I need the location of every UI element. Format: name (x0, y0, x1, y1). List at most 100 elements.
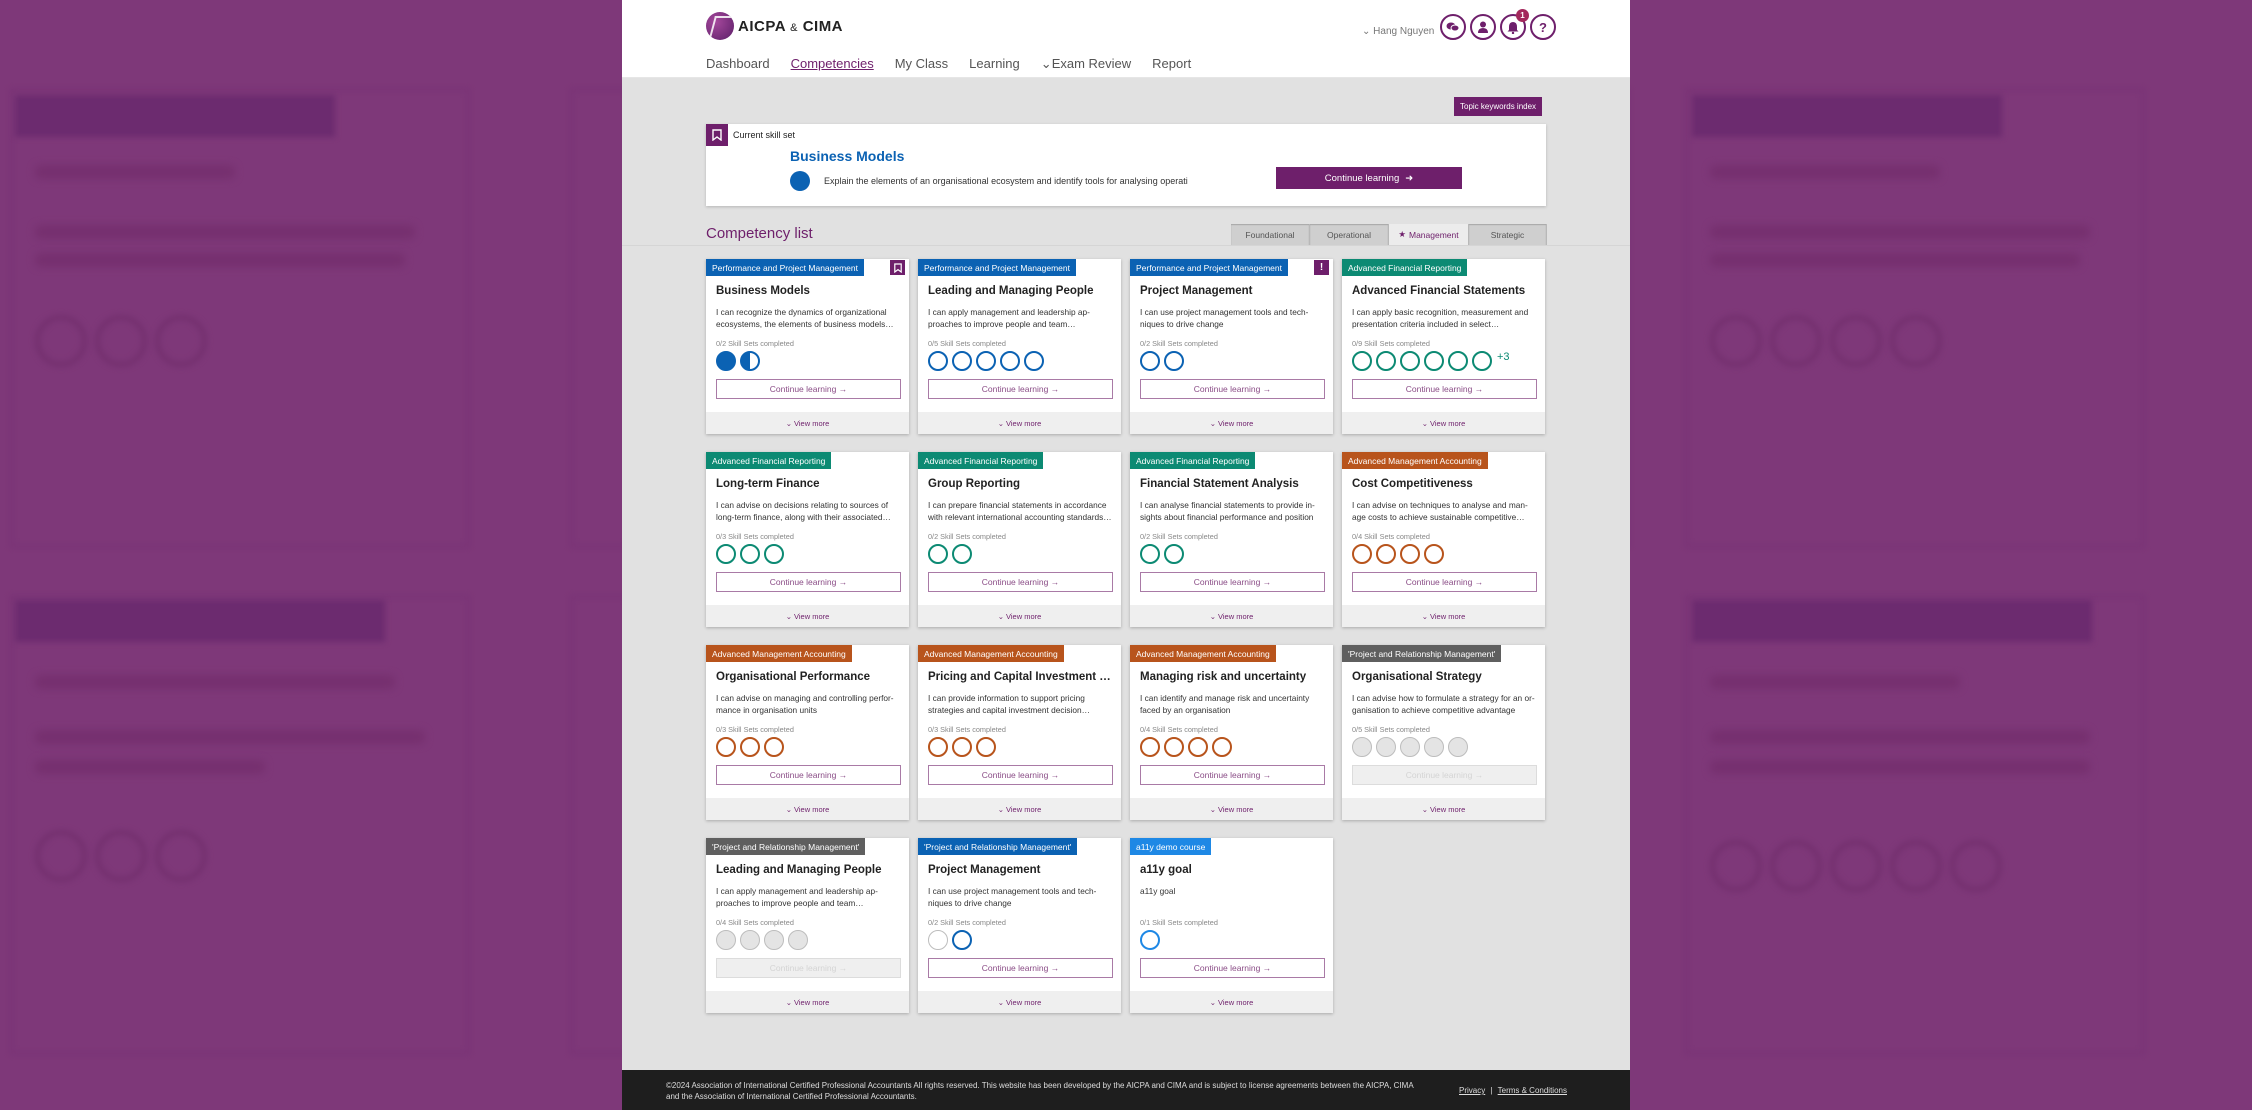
view-more-button[interactable]: ⌄ View more (1342, 605, 1545, 627)
bookmark-icon[interactable] (890, 260, 905, 275)
skill-set-ring-icon[interactable] (952, 737, 972, 757)
tab-foundational[interactable]: Foundational (1231, 224, 1310, 245)
skill-set-ring-icon[interactable] (1376, 351, 1396, 371)
skill-set-ring-icon[interactable] (788, 930, 808, 950)
competency-card[interactable]: Performance and Project Management Leadin… (918, 259, 1121, 434)
card-continue-learning-button[interactable]: Continue learning → (928, 765, 1113, 785)
skill-set-ring-icon[interactable] (1352, 544, 1372, 564)
skill-set-ring-icon[interactable] (1424, 351, 1444, 371)
skill-set-ring-icon[interactable] (764, 737, 784, 757)
alert-icon[interactable]: ! (1314, 260, 1329, 275)
tab-operational[interactable]: Operational (1310, 224, 1389, 245)
skill-set-ring-icon[interactable] (716, 544, 736, 564)
skill-set-ring-icon[interactable] (1400, 351, 1420, 371)
skill-set-ring-icon[interactable] (1140, 737, 1160, 757)
view-more-button[interactable]: ⌄ View more (706, 412, 909, 434)
chat-icon[interactable] (1440, 14, 1466, 40)
card-title[interactable]: Financial Statement Analysis (1140, 478, 1325, 490)
card-continue-learning-button[interactable]: Continue learning → (1140, 572, 1325, 592)
card-continue-learning-button[interactable]: Continue learning → (1352, 572, 1537, 592)
skill-set-ring-icon[interactable] (1424, 737, 1444, 757)
competency-card[interactable]: 'Project and Relationship Management' Org… (1342, 645, 1545, 820)
card-title[interactable]: a11y goal (1140, 864, 1325, 876)
card-continue-learning-button[interactable]: Continue learning → (1352, 379, 1537, 399)
card-title[interactable]: Leading and Managing People (716, 864, 901, 876)
skill-set-ring-icon[interactable] (952, 930, 972, 950)
skill-set-ring-icon[interactable] (928, 351, 948, 371)
skill-set-ring-icon[interactable] (1400, 544, 1420, 564)
competency-card[interactable]: 'Project and Relationship Management' Lea… (706, 838, 909, 1013)
view-more-button[interactable]: ⌄ View more (706, 991, 909, 1013)
card-continue-learning-button[interactable]: Continue learning → (928, 572, 1113, 592)
skill-set-ring-icon[interactable] (740, 544, 760, 564)
competency-card[interactable]: Performance and Project Management Busine… (706, 259, 909, 434)
view-more-button[interactable]: ⌄ View more (1342, 412, 1545, 434)
skill-set-ring-icon[interactable] (1424, 544, 1444, 564)
terms-link[interactable]: Terms & Conditions (1498, 1086, 1567, 1095)
skill-set-ring-icon[interactable] (1140, 544, 1160, 564)
card-title[interactable]: Organisational Performance (716, 671, 901, 683)
skill-set-ring-icon[interactable] (716, 930, 736, 950)
view-more-button[interactable]: ⌄ View more (1130, 412, 1333, 434)
skill-set-ring-icon[interactable] (952, 544, 972, 564)
skill-set-ring-icon[interactable] (764, 544, 784, 564)
skill-set-ring-icon[interactable] (928, 544, 948, 564)
view-more-button[interactable]: ⌄ View more (1130, 991, 1333, 1013)
competency-card[interactable]: Advanced Management Accounting Organisati… (706, 645, 909, 820)
card-title[interactable]: Business Models (716, 285, 901, 297)
card-continue-learning-button[interactable]: Continue learning → (716, 572, 901, 592)
skill-set-ring-icon[interactable] (928, 930, 948, 950)
skill-set-ring-icon[interactable] (1024, 351, 1044, 371)
continue-learning-button[interactable]: Continue learning ➜ (1276, 167, 1462, 189)
skill-set-ring-icon[interactable] (976, 737, 996, 757)
card-continue-learning-button[interactable]: Continue learning → (716, 765, 901, 785)
skill-set-ring-icon[interactable] (740, 351, 760, 371)
tab-management[interactable]: ★ Management (1389, 224, 1469, 245)
card-title[interactable]: Project Management (928, 864, 1113, 876)
competency-card[interactable]: a11y demo course a11y goal a11y goal 0/1 Sk… (1130, 838, 1333, 1013)
competency-card[interactable]: Advanced Financial Reporting Group Report… (918, 452, 1121, 627)
competency-card[interactable]: 'Project and Relationship Management' Pro… (918, 838, 1121, 1013)
card-title[interactable]: Leading and Managing People (928, 285, 1113, 297)
user-menu[interactable]: ⌄ Hang Nguyen (1362, 26, 1434, 37)
card-title[interactable]: Organisational Strategy (1352, 671, 1537, 683)
skill-set-ring-icon[interactable] (1376, 544, 1396, 564)
brand-logo[interactable]: AICPA & CIMA (706, 12, 843, 40)
card-title[interactable]: Advanced Financial Statements (1352, 285, 1537, 297)
card-continue-learning-button[interactable]: Continue learning → (1140, 379, 1325, 399)
skill-set-ring-icon[interactable] (1188, 737, 1208, 757)
competency-card[interactable]: Advanced Management Accounting Cost Compe… (1342, 452, 1545, 627)
privacy-link[interactable]: Privacy (1459, 1086, 1485, 1095)
view-more-button[interactable]: ⌄ View more (1130, 605, 1333, 627)
competency-card[interactable]: Advanced Management Accounting Pricing an… (918, 645, 1121, 820)
bell-icon[interactable]: 1 (1500, 9, 1529, 40)
card-title[interactable]: Long-term Finance (716, 478, 901, 490)
nav-competencies[interactable]: Competencies (791, 56, 874, 72)
skill-set-ring-icon[interactable] (952, 351, 972, 371)
card-continue-learning-button[interactable]: Continue learning → (1140, 958, 1325, 978)
nav-learning[interactable]: Learning (969, 56, 1020, 72)
skill-set-ring-icon[interactable] (1164, 737, 1184, 757)
card-title[interactable]: Group Reporting (928, 478, 1113, 490)
nav-exam-review[interactable]: ⌄Exam Review (1041, 56, 1131, 72)
skill-set-ring-icon[interactable] (1140, 351, 1160, 371)
card-continue-learning-button[interactable]: Continue learning → (1140, 765, 1325, 785)
skill-set-ring-icon[interactable] (976, 351, 996, 371)
skill-set-ring-icon[interactable] (1376, 737, 1396, 757)
card-continue-learning-button[interactable]: Continue learning → (928, 379, 1113, 399)
tab-strategic[interactable]: Strategic (1469, 224, 1547, 245)
view-more-button[interactable]: ⌄ View more (1130, 798, 1333, 820)
view-more-button[interactable]: ⌄ View more (1342, 798, 1545, 820)
view-more-button[interactable]: ⌄ View more (706, 605, 909, 627)
skill-set-ring-icon[interactable] (1164, 351, 1184, 371)
skill-set-ring-icon[interactable] (740, 930, 760, 950)
skill-set-ring-icon[interactable] (1400, 737, 1420, 757)
topic-keywords-button[interactable]: Topic keywords index (1454, 97, 1543, 116)
card-title[interactable]: Cost Competitiveness (1352, 478, 1537, 490)
nav-dashboard[interactable]: Dashboard (706, 56, 770, 72)
competency-card[interactable]: Performance and Project Management! Proje… (1130, 259, 1333, 434)
skill-set-ring-icon[interactable] (1448, 351, 1468, 371)
competency-card[interactable]: Advanced Financial Reporting Advanced Fin… (1342, 259, 1545, 434)
card-title[interactable]: Managing risk and uncertainty (1140, 671, 1325, 683)
skill-set-ring-icon[interactable] (716, 737, 736, 757)
